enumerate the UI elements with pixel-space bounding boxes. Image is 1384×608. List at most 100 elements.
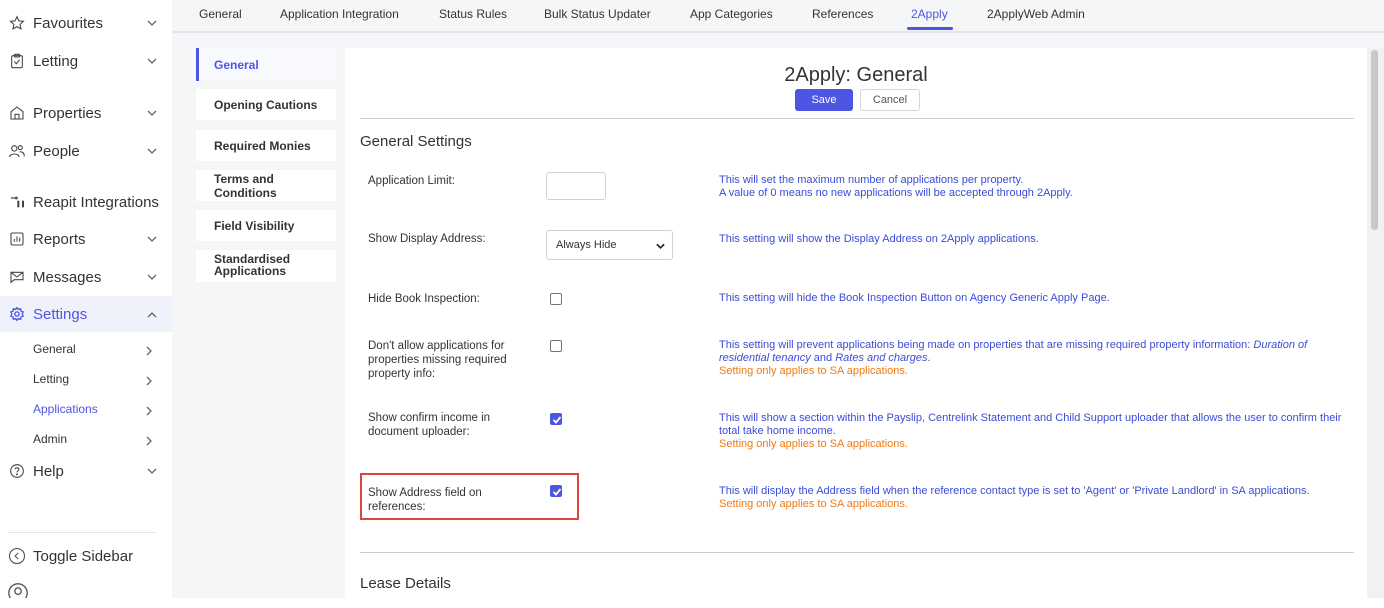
tab-application-integration[interactable]: Application Integration — [280, 7, 399, 21]
sidebar-item-settings[interactable]: Settings — [0, 296, 172, 332]
sidebar-item-label: Messages — [33, 268, 102, 286]
chevron-right-icon — [146, 433, 153, 451]
tab-status-rules[interactable]: Status Rules — [439, 7, 507, 21]
help-icon — [8, 462, 26, 480]
chevron-down-icon — [146, 107, 158, 119]
chevron-right-icon — [146, 403, 153, 421]
sidebar-item-label: Reports — [33, 230, 86, 248]
help-warning: Setting only applies to SA applications. — [719, 498, 908, 510]
chevron-left-circle-icon — [8, 547, 26, 565]
sidebar-subitem-applications[interactable]: Applications — [0, 396, 172, 422]
sidebar-item-label: Letting — [33, 52, 79, 70]
subnav-required-monies[interactable]: Required Monies — [196, 130, 336, 161]
sidebar-item-help[interactable]: Help — [0, 453, 172, 489]
scrollbar-thumb[interactable] — [1371, 50, 1378, 230]
sidebar-item-reapit-integrations[interactable]: Reapit Integrations — [0, 184, 172, 220]
tab-2applyweb-admin[interactable]: 2ApplyWeb Admin — [987, 7, 1085, 21]
select-value: Always Hide — [556, 239, 617, 251]
help-warning: Setting only applies to SA applications. — [719, 438, 908, 450]
sidebar-subitem-label: Admin — [33, 432, 68, 446]
help-text: and — [810, 352, 836, 364]
chevron-down-icon — [146, 465, 158, 477]
sidebar-subitem-label: Letting — [33, 372, 70, 386]
help-emphasis: Rates and charges — [835, 352, 928, 364]
confirm-income-checkbox[interactable] — [550, 413, 562, 425]
sidebar-subitem-label: General — [33, 342, 76, 356]
people-icon — [8, 142, 26, 160]
subnav-opening-cautions[interactable]: Opening Cautions — [196, 89, 336, 120]
sidebar-item-label: Favourites — [33, 14, 104, 32]
reports-icon — [8, 230, 26, 248]
help-text: This setting will prevent applications b… — [719, 339, 1254, 351]
dont-allow-applications-checkbox[interactable] — [550, 340, 562, 352]
toggle-sidebar-button[interactable]: Toggle Sidebar — [0, 538, 172, 574]
sidebar-item-properties[interactable]: Properties — [0, 95, 172, 131]
chevron-down-icon — [146, 17, 158, 29]
address-field-references-checkbox[interactable] — [550, 485, 562, 497]
section-title-lease-details: Lease Details — [360, 575, 451, 592]
toggle-sidebar-label: Toggle Sidebar — [33, 547, 134, 565]
help-text: . — [927, 352, 931, 364]
chevron-down-icon — [146, 55, 158, 67]
subnav-field-visibility[interactable]: Field Visibility — [196, 210, 336, 241]
sidebar-subitem-letting[interactable]: Letting — [0, 366, 172, 392]
hide-book-inspection-checkbox[interactable] — [550, 293, 562, 305]
confirm-income-help: This will show a section within the Pays… — [719, 412, 1359, 451]
sidebar-item-people[interactable]: People — [0, 133, 172, 169]
checkmark-icon — [552, 488, 562, 496]
show-display-address-select[interactable]: Always Hide — [546, 230, 673, 260]
active-tab-indicator — [907, 27, 953, 30]
sidebar-item-favourites[interactable]: Favourites — [0, 5, 172, 41]
clipboard-icon — [8, 52, 26, 70]
chevron-right-icon — [146, 343, 153, 361]
content-panel — [345, 48, 1367, 608]
user-avatar-icon[interactable] — [7, 582, 29, 598]
subnav-general[interactable]: General — [196, 48, 336, 81]
tab-2apply[interactable]: 2Apply — [911, 7, 948, 21]
help-warning: Setting only applies to SA applications. — [719, 365, 908, 377]
sidebar: Favourites Letting Properties People Rea… — [0, 0, 173, 598]
star-icon — [8, 14, 26, 32]
help-line: This will set the maximum number of appl… — [719, 174, 1024, 186]
chevron-down-icon — [146, 233, 158, 245]
tab-bulk-status-updater[interactable]: Bulk Status Updater — [544, 7, 651, 21]
home-icon — [8, 104, 26, 122]
messages-icon — [8, 268, 26, 286]
help-line: A value of 0 means no new applications w… — [719, 187, 1073, 199]
subnav-terms-and-conditions[interactable]: Terms and Conditions — [196, 170, 336, 201]
dont-allow-applications-help: This setting will prevent applications b… — [719, 339, 1359, 378]
help-line: This will show a section within the Pays… — [719, 412, 1342, 437]
sidebar-item-label: Properties — [33, 104, 102, 122]
sidebar-subitem-general[interactable]: General — [0, 336, 172, 362]
show-display-address-help: This setting will show the Display Addre… — [719, 233, 1039, 245]
chevron-down-icon — [656, 241, 665, 253]
tab-app-categories[interactable]: App Categories — [690, 7, 773, 21]
sidebar-item-letting[interactable]: Letting — [0, 43, 172, 79]
hide-book-inspection-label: Hide Book Inspection: — [368, 293, 480, 305]
save-button[interactable]: Save — [795, 89, 853, 111]
sidebar-subitem-admin[interactable]: Admin — [0, 426, 172, 452]
sidebar-subitem-label: Applications — [33, 402, 98, 416]
section-title-general-settings: General Settings — [360, 133, 472, 150]
integration-icon — [8, 193, 26, 211]
address-field-references-help: This will display the Address field when… — [719, 485, 1359, 511]
chevron-right-icon — [146, 373, 153, 391]
tab-bar-divider — [172, 31, 1384, 32]
sidebar-divider — [8, 532, 156, 533]
show-display-address-label: Show Display Address: — [368, 233, 486, 245]
sidebar-item-reports[interactable]: Reports — [0, 221, 172, 257]
chevron-down-icon — [146, 145, 158, 157]
subnav-standardised-applications[interactable]: Standardised Applications — [196, 250, 336, 282]
tab-references[interactable]: References — [812, 7, 873, 21]
application-limit-input[interactable] — [546, 172, 606, 200]
sidebar-item-label: Reapit Integrations — [33, 193, 159, 211]
application-limit-label: Application Limit: — [368, 175, 455, 187]
checkmark-icon — [552, 416, 562, 424]
gear-icon — [8, 305, 26, 323]
sidebar-item-messages[interactable]: Messages — [0, 259, 172, 295]
section-divider — [360, 552, 1354, 553]
dont-allow-applications-label: Don't allow applications for properties … — [368, 340, 507, 380]
help-line: This setting will prevent applications b… — [719, 339, 1359, 365]
cancel-button[interactable]: Cancel — [860, 89, 920, 111]
tab-general[interactable]: General — [199, 7, 242, 21]
